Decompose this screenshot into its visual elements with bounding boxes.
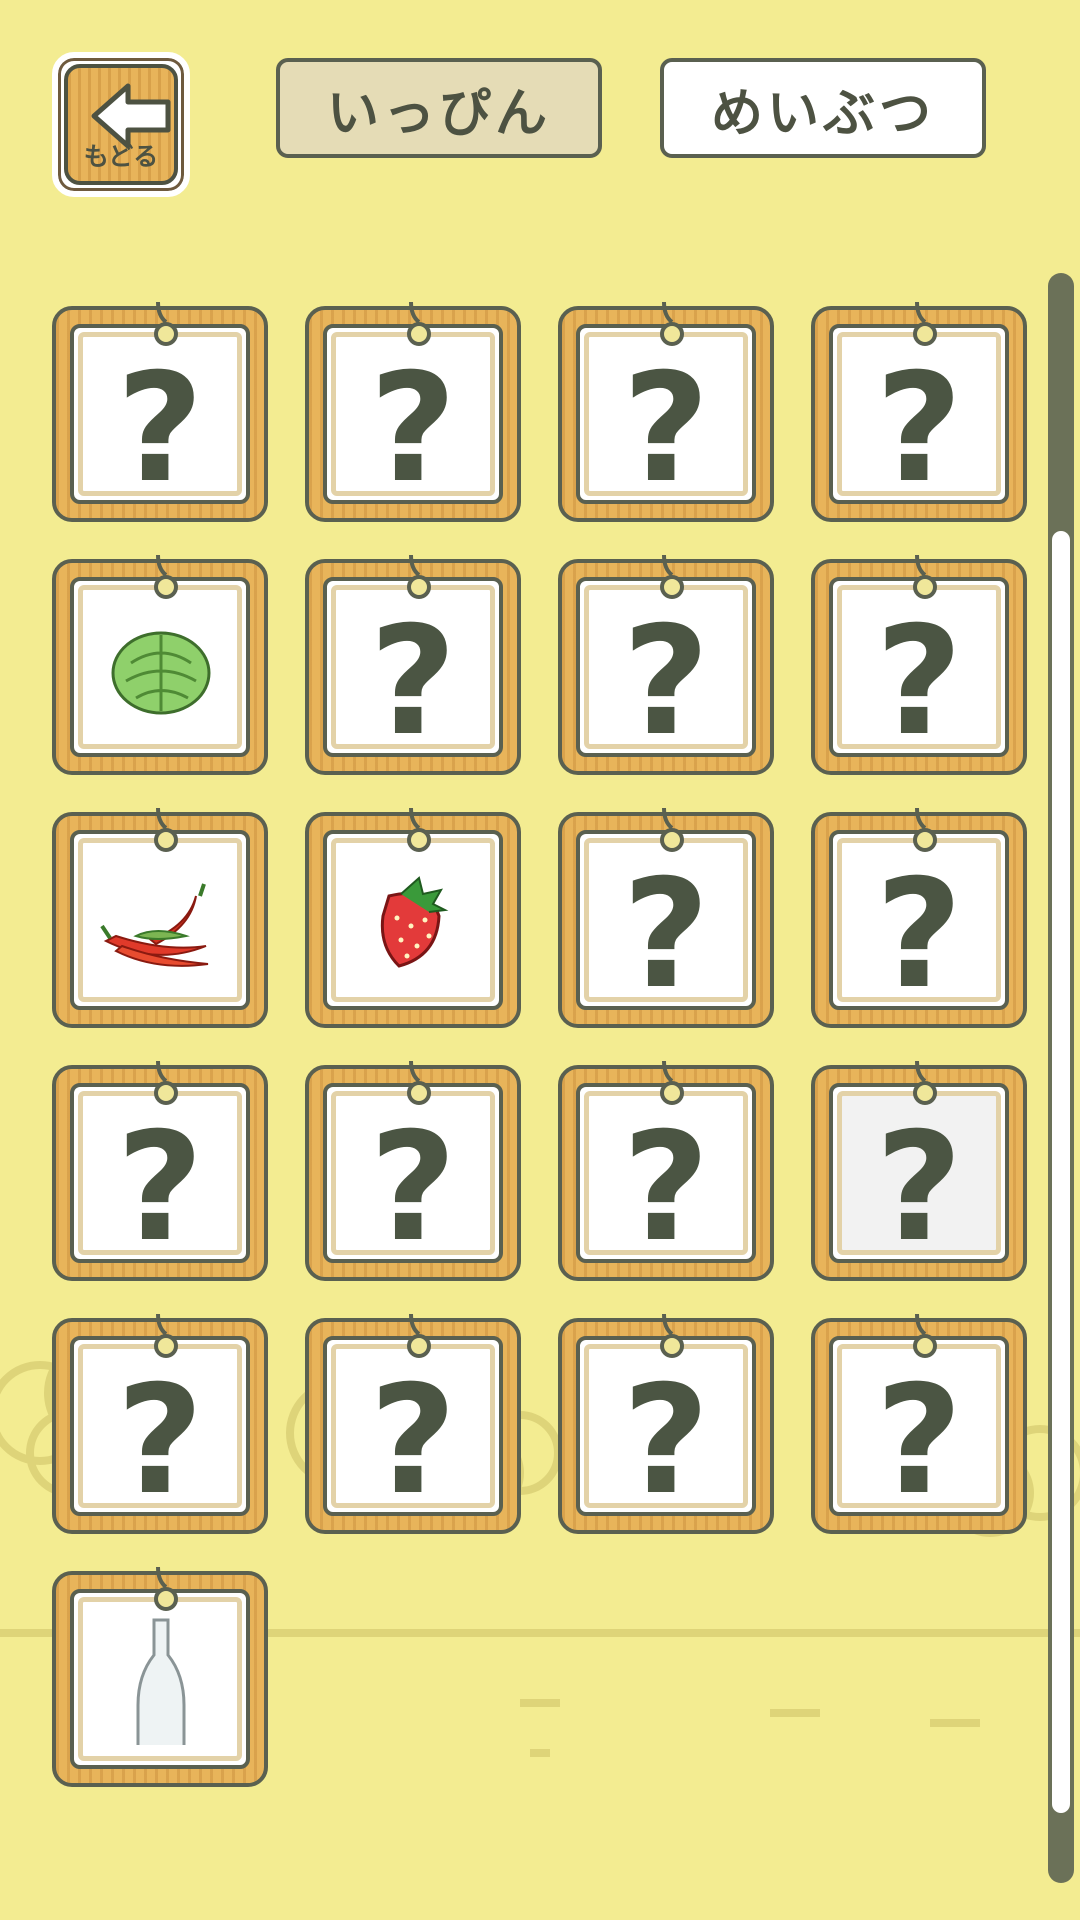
hanging-hook-icon	[399, 554, 435, 605]
tab-specialties-label: めいぶつ	[710, 83, 935, 144]
collection-card-unknown[interactable]: ?	[558, 807, 774, 1028]
collection-card-unknown[interactable]: ?	[52, 1060, 268, 1281]
hanging-hook-icon	[905, 1313, 941, 1364]
hanging-hook-icon	[146, 554, 182, 605]
question-mark-icon: ?	[622, 1101, 710, 1263]
hanging-hook-icon	[905, 554, 941, 605]
collection-grid-viewport[interactable]: ? ? ? ? ? ? ? ? ? ? ? ? ? ? ? ? ? ? ? ?	[0, 273, 1080, 1885]
question-mark-icon: ?	[622, 595, 710, 757]
question-mark-icon: ?	[369, 1101, 457, 1263]
hanging-hook-icon	[652, 1313, 688, 1364]
hanging-hook-icon	[399, 1060, 435, 1111]
hanging-hook-icon	[146, 1060, 182, 1111]
hanging-hook-icon	[399, 301, 435, 352]
collection-card-unknown[interactable]: ?	[811, 1060, 1027, 1281]
question-mark-icon: ?	[875, 848, 963, 1010]
hanging-hook-icon	[399, 807, 435, 858]
collection-card-unknown[interactable]: ?	[811, 554, 1027, 775]
back-label: もどる	[83, 142, 159, 171]
question-mark-icon: ?	[875, 595, 963, 757]
question-mark-icon: ?	[622, 342, 710, 504]
hanging-hook-icon	[905, 807, 941, 858]
collection-card-unknown[interactable]: ?	[305, 554, 521, 775]
chili-peppers-icon	[96, 856, 226, 986]
back-button-face: もどる	[64, 64, 178, 185]
collection-card-unknown[interactable]: ?	[558, 301, 774, 522]
collection-card-unknown[interactable]: ?	[811, 1313, 1027, 1534]
question-mark-icon: ?	[116, 1354, 204, 1516]
back-button[interactable]: もどる	[52, 52, 190, 197]
question-mark-icon: ?	[622, 848, 710, 1010]
collection-card-unknown[interactable]: ?	[811, 301, 1027, 522]
collection-card-unknown[interactable]: ?	[558, 554, 774, 775]
scrollbar-track[interactable]	[1048, 273, 1074, 1883]
strawberry-icon	[349, 856, 479, 986]
hanging-hook-icon	[905, 301, 941, 352]
glass-bottle-icon	[96, 1615, 226, 1757]
question-mark-icon: ?	[369, 1354, 457, 1516]
collection-card-unknown[interactable]: ?	[558, 1060, 774, 1281]
collection-card-strawberry[interactable]	[305, 807, 521, 1028]
tab-specialties[interactable]: めいぶつ	[660, 58, 986, 158]
collection-card-unknown[interactable]: ?	[811, 807, 1027, 1028]
question-mark-icon: ?	[875, 1354, 963, 1516]
question-mark-icon: ?	[369, 595, 457, 757]
collection-card-unknown[interactable]: ?	[52, 301, 268, 522]
question-mark-icon: ?	[116, 1101, 204, 1263]
hanging-hook-icon	[399, 1313, 435, 1364]
tab-items[interactable]: いっぴん	[276, 58, 602, 158]
hanging-hook-icon	[905, 1060, 941, 1111]
collection-card-unknown[interactable]: ?	[52, 1313, 268, 1534]
scrollbar-thumb[interactable]	[1052, 531, 1070, 1813]
hanging-hook-icon	[146, 301, 182, 352]
hanging-hook-icon	[652, 807, 688, 858]
collection-card-unknown[interactable]: ?	[305, 1060, 521, 1281]
question-mark-icon: ?	[875, 342, 963, 504]
hanging-hook-icon	[146, 1313, 182, 1364]
collection-card-unknown[interactable]: ?	[305, 301, 521, 522]
collection-card-cabbage[interactable]	[52, 554, 268, 775]
hanging-hook-icon	[146, 1566, 182, 1617]
question-mark-icon: ?	[622, 1354, 710, 1516]
hanging-hook-icon	[652, 301, 688, 352]
collection-card-chili-peppers[interactable]	[52, 807, 268, 1028]
collection-card-glass-bottle[interactable]	[52, 1566, 268, 1787]
question-mark-icon: ?	[369, 342, 457, 504]
hanging-hook-icon	[652, 1060, 688, 1111]
collection-card-unknown[interactable]: ?	[558, 1313, 774, 1534]
collection-card-unknown[interactable]: ?	[305, 1313, 521, 1534]
hanging-hook-icon	[146, 807, 182, 858]
cabbage-icon	[96, 603, 226, 733]
hanging-hook-icon	[652, 554, 688, 605]
tab-items-label: いっぴん	[326, 83, 551, 144]
question-mark-icon: ?	[116, 342, 204, 504]
question-mark-icon: ?	[875, 1101, 963, 1263]
